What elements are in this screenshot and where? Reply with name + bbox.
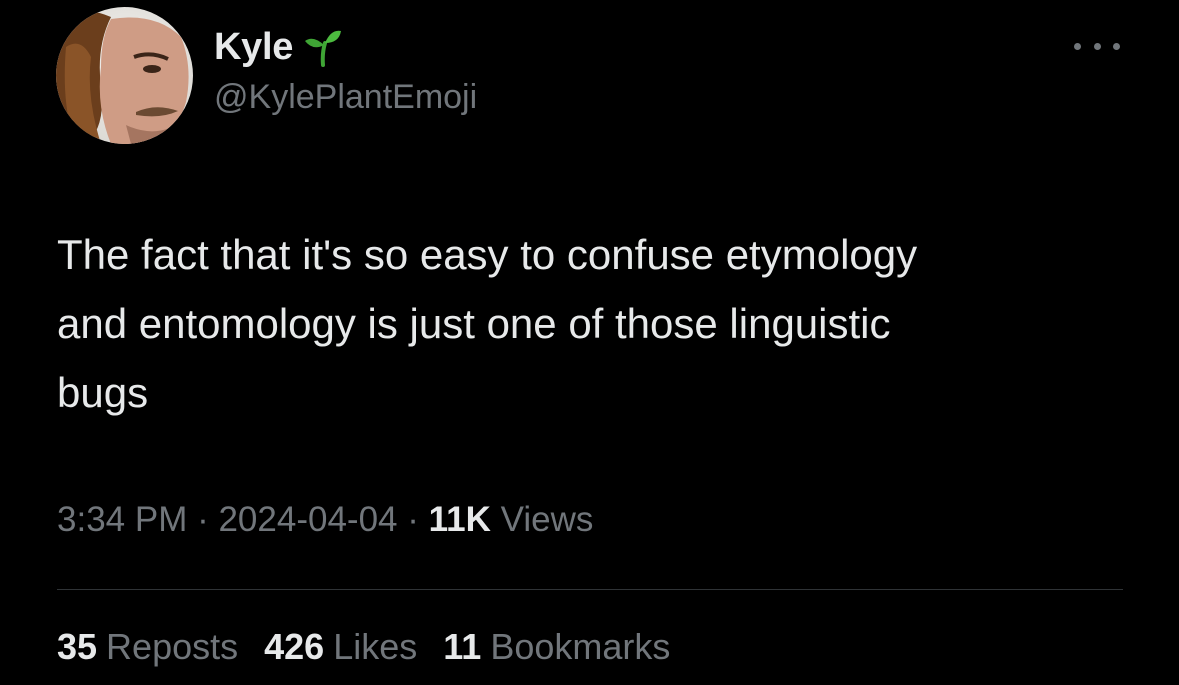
reposts-count: 35 <box>57 626 98 667</box>
tweet-date[interactable]: 2024-04-04 <box>218 500 397 539</box>
reposts-label: Reposts <box>106 626 239 667</box>
sprout-icon <box>303 27 343 67</box>
avatar-image <box>56 7 193 144</box>
tweet-card: Kyle @KylePlantEmoji The fact that it's … <box>0 0 1179 685</box>
divider <box>57 589 1123 590</box>
more-dot-icon <box>1074 42 1081 50</box>
reposts-stat[interactable]: 35 Reposts <box>57 626 238 668</box>
views-label: Views <box>500 500 594 539</box>
likes-label: Likes <box>333 626 418 667</box>
author-name-row[interactable]: Kyle <box>214 22 343 72</box>
more-options-button[interactable] <box>1074 36 1120 56</box>
more-dot-icon <box>1113 42 1120 50</box>
bookmarks-stat[interactable]: 11 Bookmarks <box>443 626 670 668</box>
engagement-stats: 35 Reposts 426 Likes 11 Bookmarks <box>57 626 696 668</box>
tweet-time[interactable]: 3:34 PM <box>57 500 187 539</box>
bookmarks-label: Bookmarks <box>490 626 671 667</box>
display-name[interactable]: Kyle <box>214 26 293 69</box>
tweet-meta: 3:34 PM · 2024-04-04 · 11K Views <box>57 500 593 540</box>
likes-count: 426 <box>264 626 325 667</box>
more-dot-icon <box>1093 42 1101 50</box>
meta-separator: · <box>187 500 219 539</box>
meta-separator: · <box>397 500 429 539</box>
views-count: 11K <box>428 500 491 539</box>
likes-stat[interactable]: 426 Likes <box>264 626 417 668</box>
bookmarks-count: 11 <box>443 626 482 667</box>
user-handle[interactable]: @KylePlantEmoji <box>214 78 477 117</box>
tweet-text: The fact that it's so easy to confuse et… <box>57 231 918 416</box>
avatar[interactable] <box>56 7 193 144</box>
